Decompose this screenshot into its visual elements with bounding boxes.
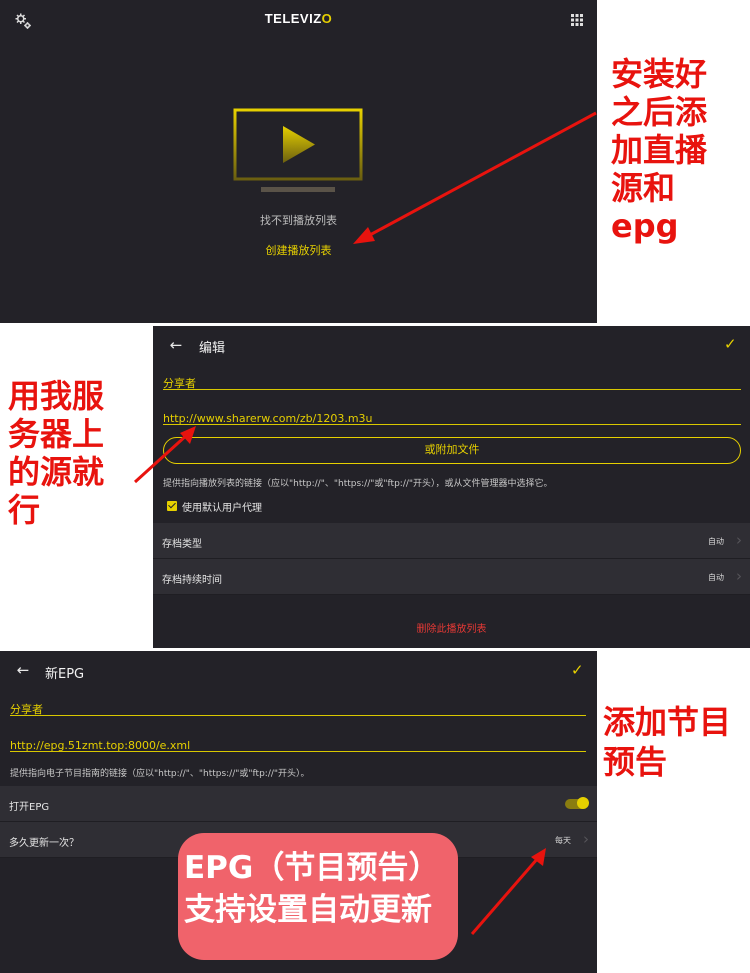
playlist-name-field[interactable]: 分享者 [163, 372, 741, 390]
back-arrow-icon[interactable]: ← [167, 336, 185, 354]
annotation-line: 的源就 [8, 453, 105, 491]
app-logo: TELEVIZO [0, 11, 597, 26]
row-value: 每天 [555, 836, 571, 845]
playlist-url-value: http://www.sharerw.com/zb/1203.m3u [163, 412, 373, 425]
default-user-agent-checkbox[interactable] [167, 501, 177, 511]
chevron-right-icon: › [583, 830, 589, 848]
archive-duration-row[interactable]: 存档持续时间 自动 › [153, 559, 750, 595]
confirm-check-icon[interactable]: ✓ [571, 661, 584, 679]
enable-epg-row[interactable]: 打开EPG [0, 786, 597, 822]
page-title: 新EPG [45, 667, 85, 682]
confirm-check-icon[interactable]: ✓ [724, 335, 737, 353]
playlist-name-value: 分享者 [163, 377, 196, 390]
annotation-line: 预告 [603, 743, 668, 781]
playlist-url-field[interactable]: http://www.sharerw.com/zb/1203.m3u [163, 407, 741, 425]
delete-playlist-link[interactable]: 删除此播放列表 [153, 620, 750, 635]
brand-suffix: O [321, 11, 333, 26]
annotation-line: 加直播 [611, 131, 708, 169]
annotation-server-source: 用我服 务器上 的源就 行 [8, 377, 148, 529]
toggle-knob [577, 797, 589, 809]
annotation-line: 源和 [611, 169, 676, 207]
row-label: 打开EPG [9, 802, 50, 813]
annotation-line: 用我服 [8, 377, 105, 415]
chevron-right-icon: › [736, 531, 742, 549]
page-title: 编辑 [199, 341, 226, 356]
row-value: 自动 [708, 537, 724, 546]
epg-url-value: http://epg.51zmt.top:8000/e.xml [10, 739, 191, 752]
create-playlist-link[interactable]: 创建播放列表 [0, 242, 597, 258]
annotation-line: 行 [8, 491, 41, 529]
annotation-add-source: 安装好 之后添 加直播 源和 epg [611, 55, 741, 245]
brand-text: TELEVIZ [264, 11, 322, 26]
epg-url-hint: 提供指向电子节目指南的链接（应以"http://"、"https://"或"ft… [10, 769, 310, 779]
epg-auto-update-callout: EPG（节目预告） 支持设置自动更新 [178, 833, 458, 960]
row-label: 多久更新一次？ [9, 838, 79, 849]
enable-epg-toggle[interactable] [565, 797, 589, 809]
annotation-line: 之后添 [611, 93, 708, 131]
annotation-line: 安装好 [611, 55, 708, 93]
home-screen: TELEVIZO 找不到播放列表 创建播放列表 [0, 0, 597, 323]
playlist-url-hint: 提供指向播放列表的链接（应以"http://"、"https://"或"ftp:… [163, 479, 553, 489]
archive-type-row[interactable]: 存档类型 自动 › [153, 523, 750, 559]
default-user-agent-label: 使用默认用户代理 [182, 503, 262, 514]
annotation-line: epg [611, 207, 679, 245]
back-arrow-icon[interactable]: ← [14, 661, 32, 679]
annotation-add-epg: 添加节目 预告 [603, 702, 750, 782]
callout-line: 支持设置自动更新 [184, 892, 432, 928]
annotation-line: 务器上 [8, 415, 105, 453]
row-label: 存档类型 [162, 539, 202, 550]
attach-file-button[interactable]: 或附加文件 [163, 437, 741, 464]
edit-playlist-screen: ← 编辑 ✓ 分享者 http://www.sharerw.com/zb/120… [153, 326, 750, 648]
epg-name-field[interactable]: 分享者 [10, 698, 586, 716]
empty-state-text: 找不到播放列表 [260, 214, 337, 227]
chevron-right-icon: › [736, 567, 742, 585]
callout-line: EPG（节目预告） [184, 850, 440, 886]
apps-grid-icon[interactable] [571, 14, 583, 26]
epg-name-value: 分享者 [10, 703, 43, 716]
row-label: 存档持续时间 [162, 575, 222, 586]
annotation-line: 添加节目 [603, 703, 732, 741]
epg-url-field[interactable]: http://epg.51zmt.top:8000/e.xml [10, 734, 586, 752]
row-value: 自动 [708, 573, 724, 582]
tv-play-icon [233, 108, 363, 192]
